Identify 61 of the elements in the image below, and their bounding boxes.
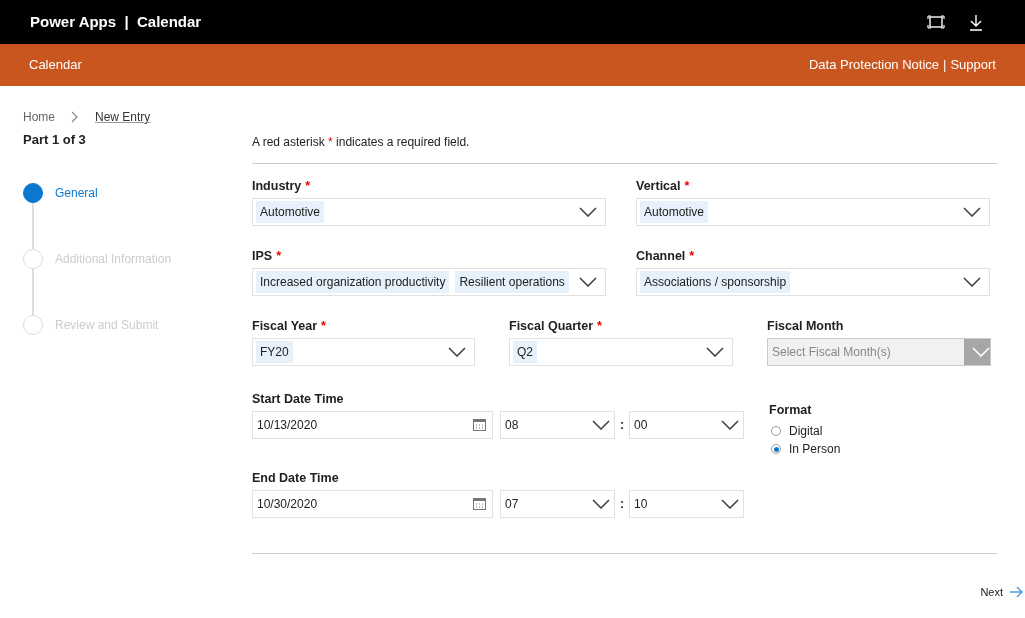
fit-to-screen-icon[interactable] [927,15,945,29]
header-link[interactable]: Support [950,55,996,75]
progress-heading: Part 1 of 3 [23,131,87,149]
dropdown-field[interactable]: Q2 [509,338,733,366]
chevron-down-icon [963,207,981,217]
step-link[interactable]: General [55,182,98,203]
selected-tag: Automotive [256,201,325,223]
section-title: Calendar [29,56,82,75]
dropdown-field[interactable]: Increased organization productivity Resilient operations [252,268,606,296]
app-title: Power Apps | Calendar [30,11,202,32]
chevron-down-icon [721,420,739,430]
chevron-down-icon [448,347,466,357]
radio-label: Digital [789,423,823,440]
chevron-down-icon [721,499,739,509]
field-label: Fiscal Month [767,318,844,334]
next-button[interactable]: Next [980,584,1023,601]
dropdown-field[interactable]: Automotive [252,198,606,226]
minute-dropdown[interactable]: 10 [629,490,744,518]
field-label: Channel * [636,248,695,264]
field-label: Industry * [252,178,311,194]
selected-tag: Resilient operations [455,271,569,293]
dropdown-field[interactable]: Automotive [636,198,990,226]
time-separator: : [619,417,625,434]
chevron-down-icon [592,499,610,509]
link-separator: | [943,56,947,75]
calendar-icon[interactable] [473,419,486,431]
chevron-down-icon [706,347,724,357]
hour-dropdown[interactable]: 08 [500,411,615,439]
chevron-down-icon [963,277,981,287]
chevron-down-icon [592,420,610,430]
chevron-down-icon [579,207,597,217]
header-link[interactable]: Data Protection Notice [809,55,940,75]
breadcrumb-link[interactable]: New Entry [95,108,151,126]
selected-tag: Associations / sponsorship [640,271,791,293]
dropdown-field[interactable]: FY20 [252,338,475,366]
field-label: Fiscal Year * [252,318,326,334]
field-label: Fiscal Quarter * [509,318,602,334]
selected-tag: Automotive [640,201,709,223]
arrow-right-icon [1009,586,1023,599]
selected-tag: Q2 [513,341,537,363]
field-label: Start Date Time [252,391,344,407]
date-field[interactable]: 10/13/2020 [252,411,493,439]
download-icon[interactable] [969,13,983,31]
dropdown-field[interactable]: Associations / sponsorship [636,268,990,296]
chevron-down-icon [972,347,990,357]
calendar-icon[interactable] [473,498,486,510]
required-note: A red asterisk * indicates a required field. [252,134,471,151]
breadcrumb-link[interactable]: Home [23,108,55,126]
minute-dropdown[interactable]: 00 [629,411,744,439]
hour-dropdown[interactable]: 07 [500,490,615,518]
time-separator: : [619,496,625,513]
selected-tag: Increased organization productivity [256,271,450,293]
selected-tag: FY20 [256,341,293,363]
chevron-right-icon [71,111,79,123]
radio-label: In Person [789,441,841,458]
field-label: Format [769,402,813,418]
field-label: End Date Time [252,470,339,486]
field-label: IPS * [252,248,282,264]
chevron-down-icon [579,277,597,287]
field-label: Vertical * [636,178,690,194]
date-field[interactable]: 10/30/2020 [252,490,493,518]
